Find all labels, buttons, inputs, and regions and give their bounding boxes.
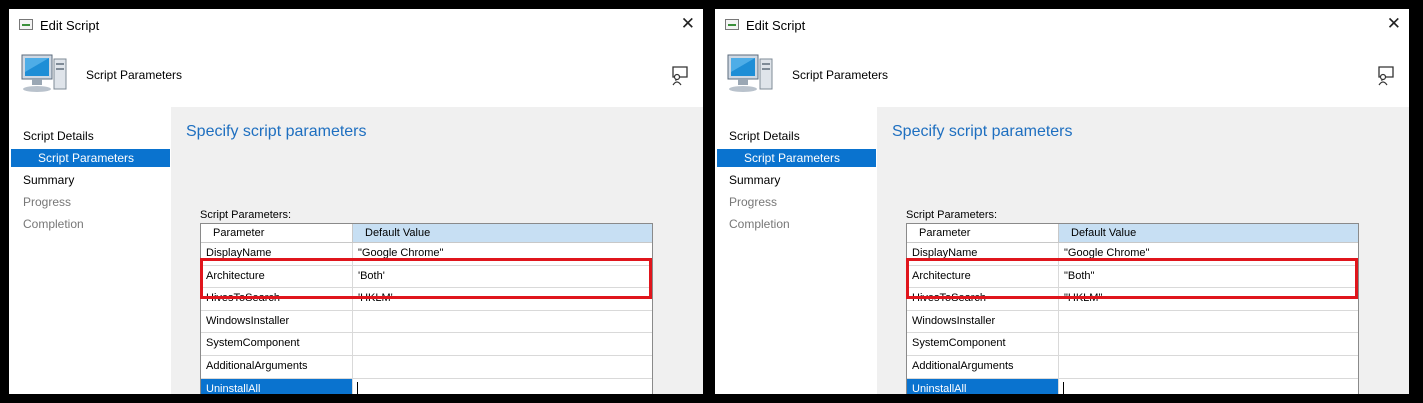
content-pane: Specify script parameters Script Paramet… — [171, 107, 703, 394]
nav-script-parameters[interactable]: Script Parameters — [11, 149, 170, 167]
nav-summary[interactable]: Summary — [729, 171, 780, 189]
parameter-name-cell[interactable]: Architecture — [907, 265, 1059, 288]
parameter-name-cell[interactable]: SystemComponent — [907, 333, 1059, 355]
parameter-name-cell[interactable]: WindowsInstaller — [907, 310, 1059, 333]
table-row[interactable]: WindowsInstaller — [201, 310, 652, 334]
nav-script-parameters[interactable]: Script Parameters — [717, 149, 876, 167]
parameter-name-cell[interactable]: UninstallAll — [201, 378, 353, 394]
default-value-cell[interactable]: 'HKLM' — [353, 288, 652, 310]
default-value-cell[interactable] — [1059, 333, 1358, 355]
close-icon[interactable]: ✕ — [1387, 15, 1401, 33]
wizard-nav: Script Details Script Parameters Summary… — [715, 107, 877, 394]
wizard-header: Script Parameters — [9, 43, 703, 107]
table-row[interactable]: DisplayName "Google Chrome" — [907, 243, 1358, 266]
window-title: Edit Script — [746, 18, 806, 33]
edit-script-window-right: Edit Script ✕ Script Parameters Script D… — [715, 9, 1409, 394]
window-title: Edit Script — [40, 18, 100, 33]
wizard-header: Script Parameters — [715, 43, 1409, 107]
content-pane: Specify script parameters Script Paramet… — [877, 107, 1409, 394]
header-title: Script Parameters — [86, 68, 183, 82]
column-header-default-value[interactable]: Default Value — [353, 224, 652, 242]
computer-icon — [21, 54, 67, 92]
table-row[interactable]: HivesToSearch "HKLM" — [907, 288, 1358, 311]
grid-rows: DisplayName "Google Chrome" Architecture "B… — [907, 243, 1358, 394]
nav-completion: Completion — [729, 217, 790, 231]
default-value-cell[interactable]: 'Both' — [353, 266, 652, 288]
grid-rows: DisplayName "Google Chrome" Architecture 'B… — [201, 243, 652, 394]
default-value-cell[interactable]: "HKLM" — [1059, 288, 1358, 310]
close-icon[interactable]: ✕ — [681, 15, 695, 33]
table-row[interactable]: AdditionalArguments — [907, 355, 1358, 379]
script-window-icon — [19, 19, 33, 30]
parameter-name-cell[interactable]: Architecture — [201, 265, 353, 288]
text-cursor — [1063, 382, 1064, 394]
default-value-cell[interactable] — [1059, 356, 1358, 378]
grid-header: Parameter Default Value — [907, 224, 1358, 243]
parameters-grid[interactable]: Parameter Default Value DisplayName "Goog… — [200, 223, 653, 394]
table-row[interactable]: Architecture 'Both' — [201, 265, 652, 289]
parameters-grid[interactable]: Parameter Default Value DisplayName "Goog… — [906, 223, 1359, 394]
table-row[interactable]: WindowsInstaller — [907, 310, 1358, 334]
title-bar: Edit Script ✕ — [715, 9, 1409, 43]
parameter-name-cell[interactable]: DisplayName — [907, 243, 1059, 265]
default-value-cell[interactable] — [353, 379, 652, 394]
script-parameters-label: Script Parameters: — [200, 209, 292, 221]
table-row[interactable]: SystemComponent — [201, 333, 652, 356]
page-title: Specify script parameters — [892, 123, 1073, 140]
default-value-cell[interactable] — [353, 311, 652, 333]
column-header-parameter[interactable]: Parameter — [907, 224, 1059, 242]
computer-icon — [727, 54, 773, 92]
help-icon[interactable] — [1375, 64, 1397, 86]
header-title: Script Parameters — [792, 68, 889, 82]
default-value-cell[interactable] — [1059, 379, 1358, 394]
default-value-cell[interactable] — [353, 333, 652, 355]
default-value-cell[interactable]: "Google Chrome" — [353, 243, 652, 265]
parameter-name-cell[interactable]: UninstallAll — [907, 378, 1059, 394]
default-value-cell[interactable] — [1059, 311, 1358, 333]
wizard-nav: Script Details Script Parameters Summary… — [9, 107, 171, 394]
table-row[interactable]: DisplayName "Google Chrome" — [201, 243, 652, 266]
parameter-name-cell[interactable]: HivesToSearch — [201, 288, 353, 310]
title-bar: Edit Script ✕ — [9, 9, 703, 43]
script-parameters-label: Script Parameters: — [906, 209, 998, 221]
parameter-name-cell[interactable]: WindowsInstaller — [201, 310, 353, 333]
nav-summary[interactable]: Summary — [23, 171, 74, 189]
column-header-parameter[interactable]: Parameter — [201, 224, 353, 242]
nav-completion: Completion — [23, 217, 84, 231]
parameter-name-cell[interactable]: AdditionalArguments — [201, 355, 353, 378]
table-row[interactable]: Architecture "Both" — [907, 265, 1358, 289]
table-row[interactable]: UninstallAll — [201, 378, 652, 394]
help-icon[interactable] — [669, 64, 691, 86]
parameter-name-cell[interactable]: HivesToSearch — [907, 288, 1059, 310]
column-header-default-value[interactable]: Default Value — [1059, 224, 1358, 242]
table-row[interactable]: HivesToSearch 'HKLM' — [201, 288, 652, 311]
nav-progress: Progress — [729, 195, 778, 209]
parameter-name-cell[interactable]: SystemComponent — [201, 333, 353, 355]
table-row[interactable]: SystemComponent — [907, 333, 1358, 356]
nav-script-details[interactable]: Script Details — [23, 127, 94, 145]
parameter-name-cell[interactable]: DisplayName — [201, 243, 353, 265]
text-cursor — [357, 382, 358, 394]
nav-progress: Progress — [23, 195, 72, 209]
script-window-icon — [725, 19, 739, 30]
page-title: Specify script parameters — [186, 123, 367, 140]
default-value-cell[interactable]: "Google Chrome" — [1059, 243, 1358, 265]
edit-script-window-left: Edit Script ✕ Script Parameters Script D… — [9, 9, 703, 394]
default-value-cell[interactable]: "Both" — [1059, 266, 1358, 288]
default-value-cell[interactable] — [353, 356, 652, 378]
parameter-name-cell[interactable]: AdditionalArguments — [907, 355, 1059, 378]
nav-script-details[interactable]: Script Details — [729, 127, 800, 145]
table-row[interactable]: UninstallAll — [907, 378, 1358, 394]
grid-header: Parameter Default Value — [201, 224, 652, 243]
table-row[interactable]: AdditionalArguments — [201, 355, 652, 379]
